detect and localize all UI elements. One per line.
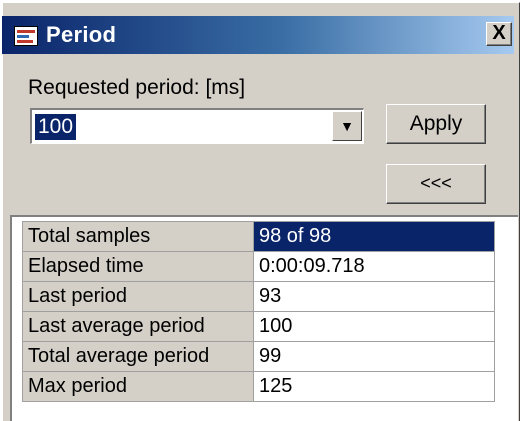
window-title: Period <box>46 22 117 47</box>
row-label: Last average period <box>22 311 254 342</box>
close-button[interactable]: X <box>486 22 512 46</box>
row-value[interactable]: 93 <box>253 281 495 312</box>
title-bar[interactable]: Period X <box>2 16 514 54</box>
row-label: Total average period <box>22 341 254 372</box>
table-row[interactable]: Elapsed time 0:00:09.718 <box>22 251 495 282</box>
row-value[interactable]: 98 of 98 <box>253 221 495 252</box>
row-label: Total samples <box>22 221 254 252</box>
row-value[interactable]: 125 <box>253 371 495 402</box>
stats-grid[interactable]: Total samples 98 of 98 Elapsed time 0:00:09… <box>10 215 518 421</box>
period-value[interactable]: 100 <box>35 114 77 140</box>
requested-period-label: Requested period: [ms] <box>28 76 246 99</box>
dropdown-arrow-icon[interactable]: ▼ <box>332 111 362 141</box>
table-row[interactable]: Total samples 98 of 98 <box>22 221 495 252</box>
table-row[interactable]: Last average period 100 <box>22 311 495 342</box>
table-row[interactable]: Last period 93 <box>22 281 495 312</box>
table-row[interactable]: Total average period 99 <box>22 341 495 372</box>
apply-button[interactable]: Apply <box>386 104 486 144</box>
row-label: Elapsed time <box>22 251 254 282</box>
row-value[interactable]: 0:00:09.718 <box>253 251 495 282</box>
collapse-button[interactable]: <<< <box>386 164 486 204</box>
row-value[interactable]: 100 <box>253 311 495 342</box>
table-row[interactable]: Max period 125 <box>22 371 495 402</box>
row-label: Max period <box>22 371 254 402</box>
app-icon <box>14 26 38 46</box>
row-label: Last period <box>22 281 254 312</box>
stats-table: Total samples 98 of 98 Elapsed time 0:00:09… <box>22 221 495 402</box>
close-icon: X <box>492 22 506 44</box>
period-combobox[interactable]: 100 ▼ <box>30 108 364 144</box>
row-value[interactable]: 99 <box>253 341 495 372</box>
